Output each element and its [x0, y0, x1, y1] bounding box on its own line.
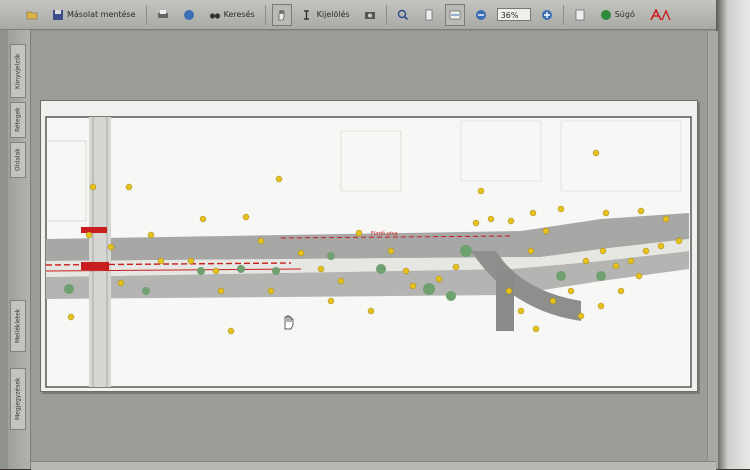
brand-button[interactable] [645, 4, 675, 26]
save-icon [53, 9, 63, 20]
folder-button[interactable] [22, 4, 42, 26]
tab-attachments[interactable]: Mellékletek [10, 300, 26, 352]
toolbar-separator [264, 4, 266, 25]
site-plan-drawing: Fürdő utca [45, 116, 692, 388]
text-select-icon [303, 9, 309, 20]
camera-icon [364, 11, 375, 19]
search-button[interactable]: Keresés [205, 4, 259, 26]
select-label: Kijelölés [316, 10, 350, 19]
binoculars-icon [209, 12, 220, 19]
plus-circle-icon [541, 9, 552, 20]
help-label: Súgó [614, 10, 635, 19]
tab-comments[interactable]: Megjegyzések [10, 368, 26, 430]
red-block [81, 227, 107, 233]
help-icon [600, 9, 611, 20]
tab-layers-label: Rétegek [14, 107, 22, 133]
select-button[interactable]: Kijelölés [298, 4, 354, 26]
red-block [81, 262, 109, 270]
folder-icon [26, 11, 38, 19]
tab-bookmarks-label: Könyvjelzők [14, 53, 22, 89]
tab-bookmarks[interactable]: Könyvjelzők [10, 44, 26, 98]
hand-icon [278, 9, 284, 20]
page-display-icon [575, 9, 585, 20]
toolbar-separator [562, 4, 564, 25]
magnifier-icon [397, 9, 408, 20]
tab-layers[interactable]: Rétegek [10, 102, 26, 138]
print-button[interactable] [153, 4, 173, 26]
save-copy-label: Másolat mentése [67, 10, 136, 19]
fit-page-button[interactable] [444, 3, 465, 26]
tab-pages-label: Oldalak [14, 148, 22, 172]
zoom-input[interactable]: 36% [496, 8, 531, 21]
toolbar-separator [385, 4, 387, 25]
page-display-button[interactable] [570, 4, 590, 26]
zoom-out-button[interactable] [471, 4, 491, 26]
toolbar: Másolat mentése Keresés Kijelölés 36% Sú… [0, 0, 716, 30]
vertical-scrollbar[interactable] [707, 31, 718, 469]
fit-width-icon [449, 10, 461, 19]
email-button[interactable] [179, 4, 199, 26]
zoom-in-button[interactable] [537, 4, 557, 26]
search-label: Keresés [223, 10, 255, 19]
save-copy-button[interactable]: Másolat mentése [48, 4, 140, 26]
cross-street [89, 117, 111, 387]
adobe-logo-icon [650, 8, 671, 20]
print-icon [157, 9, 168, 18]
plaza-platform [496, 271, 514, 331]
tab-comments-label: Megjegyzések [14, 377, 22, 421]
road-label: Fürdő utca [371, 231, 398, 237]
page-fit-icon [425, 9, 433, 20]
minus-circle-icon [475, 9, 486, 20]
help-button[interactable]: Súgó [596, 4, 639, 26]
hand-tool-button[interactable] [271, 3, 292, 26]
tab-pages[interactable]: Oldalak [10, 142, 26, 178]
monitor-bezel [716, 0, 750, 469]
document-page[interactable]: Fürdő utca [40, 100, 698, 392]
email-icon [183, 9, 194, 20]
navigation-sidebar: Könyvjelzők Rétegek Oldalak Mellékletek … [8, 30, 31, 469]
toolbar-separator [145, 4, 147, 25]
actual-size-button[interactable] [419, 4, 439, 26]
zoom-in-tool-button[interactable] [393, 4, 413, 26]
snapshot-button[interactable] [360, 4, 380, 26]
tab-attachments-label: Mellékletek [14, 308, 22, 344]
